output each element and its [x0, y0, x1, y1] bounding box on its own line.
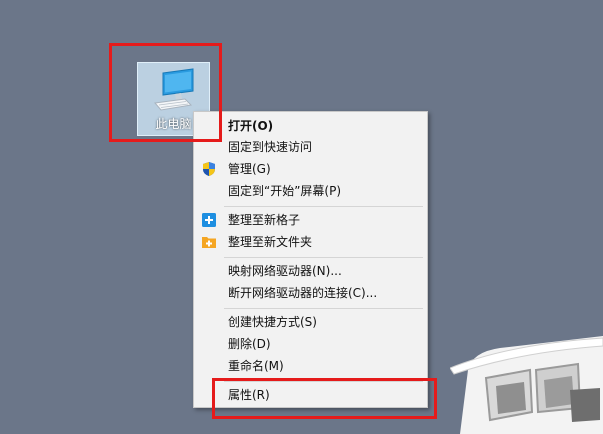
- highlight-box-this-pc: [109, 43, 222, 142]
- van-wallpaper-graphic: [450, 336, 603, 434]
- menu-item-map-network-drive[interactable]: 映射网络驱动器(N)...: [194, 260, 427, 282]
- menu-separator: [224, 308, 423, 309]
- uac-shield-icon: [203, 162, 215, 176]
- highlight-box-properties: [212, 378, 437, 419]
- plus-box-icon: [202, 213, 216, 227]
- menu-item-open[interactable]: 打开(O): [194, 115, 427, 137]
- menu-item-create-shortcut[interactable]: 创建快捷方式(S): [194, 311, 427, 333]
- menu-separator: [224, 257, 423, 258]
- menu-item-rename[interactable]: 重命名(M): [194, 355, 427, 377]
- folder-plus-icon: [202, 237, 216, 248]
- menu-item-disconnect-network-drive[interactable]: 断开网络驱动器的连接(C)...: [194, 282, 427, 304]
- menu-item-delete[interactable]: 删除(D): [194, 333, 427, 355]
- menu-separator: [224, 206, 423, 207]
- menu-item-pin-start[interactable]: 固定到“开始”屏幕(P): [194, 180, 427, 202]
- menu-item-organize-new-folder[interactable]: 整理至新文件夹: [194, 231, 427, 253]
- menu-item-manage[interactable]: 管理(G): [194, 158, 427, 180]
- menu-item-pin-quick-access[interactable]: 固定到快速访问: [194, 136, 427, 158]
- menu-item-organize-new-grid[interactable]: 整理至新格子: [194, 209, 427, 231]
- context-menu: 打开(O) 固定到快速访问 管理(G) 固定到“开始”屏幕(P) 整理至新格子: [193, 111, 428, 408]
